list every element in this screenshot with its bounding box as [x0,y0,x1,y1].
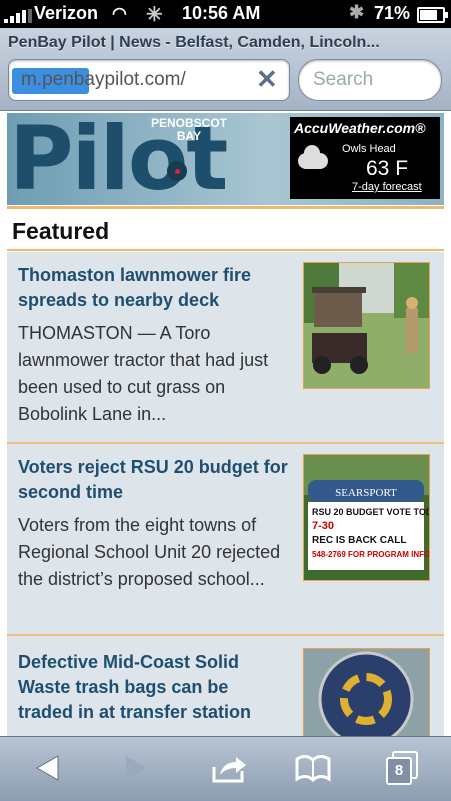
sign-name: SEARSPORT [335,487,397,499]
status-bar: Verizon ◠ ✳ 10:56 AM ✱ 71% [0,0,451,28]
divider [7,249,444,251]
url-text[interactable]: m.penbaypilot.com/ [21,69,186,91]
browser-header: PenBay Pilot | News - Belfast, Camden, L… [0,28,451,111]
sign-line: 548-2769 FOR PROGRAM INFO [312,550,429,559]
divider [7,206,444,209]
bookmarks-button[interactable] [295,753,331,783]
article-card[interactable]: Voters reject RSU 20 budget for second t… [7,444,444,636]
wifi-icon: ◠ [112,4,127,23]
article-headline[interactable]: Voters reject RSU 20 budget for second t… [18,455,288,505]
cloud-icon [298,145,328,169]
tabs-count: 8 [386,757,412,785]
weather-location: Owls Head [342,143,396,155]
battery-percent: 71% [374,3,411,23]
sign-line: 7-30 [312,520,334,532]
article-summary: THOMASTON — A Toro lawnmower tractor tha… [18,323,269,424]
activity-spinner-icon: ✳ [146,4,163,26]
article-thumbnail[interactable] [303,262,430,389]
weather-widget[interactable]: AccuWeather.com® Owls Head 63 F 7-day fo… [290,117,440,199]
share-button[interactable] [210,753,248,783]
site-banner[interactable]: Pilot PENOBSCOT BAY AccuWeather.com® Owl… [7,113,444,205]
search-input[interactable]: Search [298,59,442,101]
sign-line: RSU 20 BUDGET VOTE TODAY [312,507,429,517]
article-thumbnail[interactable]: SEARSPORT RSU 20 BUDGET VOTE TODAY 7-30 … [303,454,430,581]
article-summary: Voters from the eight towns of Regional … [18,515,281,589]
address-bar[interactable]: m.penbaypilot.com/ ✕ [8,59,290,101]
article-card[interactable]: Thomaston lawnmower fire spreads to near… [7,252,444,444]
forward-button[interactable] [124,753,150,783]
forecast-link[interactable]: 7-day forecast [352,181,422,193]
tabs-button[interactable]: 8 [386,751,418,785]
article-card[interactable]: Defective Mid-Coast Solid Waste trash ba… [7,636,444,775]
signal-strength-icon [4,9,32,23]
bluetooth-icon: ✱ [349,2,365,22]
page-title: PenBay Pilot | News - Belfast, Camden, L… [8,34,380,51]
clock: 10:56 AM [182,3,261,23]
carrier-name: Verizon [34,3,99,23]
browser-toolbar: 8 [0,736,451,801]
region-label: PENOBSCOT BAY [151,116,228,143]
battery-icon [417,7,448,23]
back-button[interactable] [34,753,60,783]
sign-line: REC IS BACK CALL [312,535,406,546]
weather-temperature: 63 F [366,157,409,180]
search-placeholder: Search [313,69,374,90]
clear-url-icon[interactable]: ✕ [256,64,278,95]
weather-brand: AccuWeather.com® [294,120,426,136]
article-headline[interactable]: Thomaston lawnmower fire spreads to near… [18,263,288,313]
article-headline[interactable]: Defective Mid-Coast Solid Waste trash ba… [18,650,288,725]
propeller-icon [167,161,187,181]
section-heading: Featured [12,218,110,244]
